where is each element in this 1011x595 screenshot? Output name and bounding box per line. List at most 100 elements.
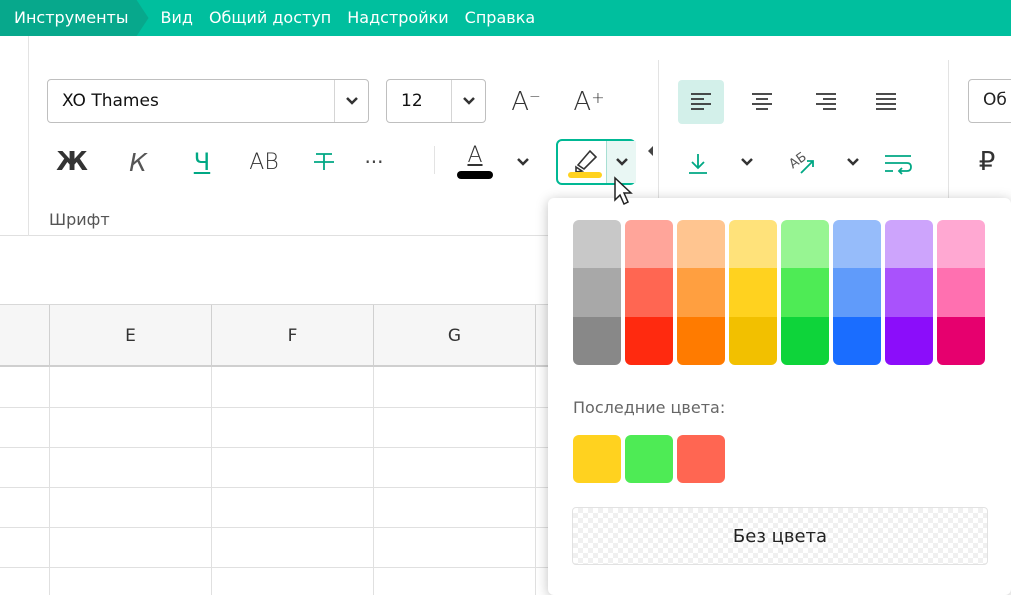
italic-label: К xyxy=(129,147,147,177)
grid-line xyxy=(0,567,560,568)
column-header-e[interactable]: E xyxy=(50,305,212,367)
color-swatch[interactable] xyxy=(729,268,777,317)
color-swatch[interactable] xyxy=(781,316,829,365)
grid-line xyxy=(373,367,374,595)
highlight-color-popup: Последние цвета: Без цвета xyxy=(548,198,1011,595)
color-swatch[interactable] xyxy=(833,220,881,269)
menu-sharing[interactable]: Общий доступ xyxy=(201,0,339,36)
color-swatch[interactable] xyxy=(937,316,985,365)
chevron-down-icon[interactable] xyxy=(512,146,534,178)
number-format-select[interactable]: Об xyxy=(968,79,1011,123)
mouse-cursor-icon xyxy=(613,176,635,210)
chevron-down-icon[interactable] xyxy=(736,146,758,178)
color-swatch[interactable] xyxy=(885,268,933,317)
toolbar-divider xyxy=(434,146,435,174)
no-color-button[interactable]: Без цвета xyxy=(572,507,988,565)
menu-help[interactable]: Справка xyxy=(457,0,544,36)
swatch-column xyxy=(729,220,777,365)
color-swatch[interactable] xyxy=(781,220,829,269)
decrease-font-label: A xyxy=(511,87,530,117)
color-swatch[interactable] xyxy=(625,220,673,269)
swatch-column xyxy=(573,220,621,365)
color-swatch[interactable] xyxy=(625,268,673,317)
color-swatch[interactable] xyxy=(677,220,725,269)
chevron-down-icon[interactable] xyxy=(334,80,368,122)
bold-button[interactable]: Ж xyxy=(54,142,90,182)
font-size-value: 12 xyxy=(401,91,423,111)
color-swatch[interactable] xyxy=(885,220,933,269)
chevron-down-icon[interactable] xyxy=(451,80,485,122)
color-swatch[interactable] xyxy=(573,316,621,365)
align-right-icon[interactable] xyxy=(806,80,846,124)
currency-label: ₽ xyxy=(978,147,996,177)
align-left-icon[interactable] xyxy=(678,80,724,124)
number-format-value: Об xyxy=(983,90,1007,110)
column-header-f[interactable]: F xyxy=(212,305,374,367)
caps-button[interactable]: АВ xyxy=(242,142,286,182)
recent-color-swatch[interactable] xyxy=(677,435,725,483)
decrease-font-size-icon[interactable]: A − xyxy=(506,82,546,122)
recent-colors-label: Последние цвета: xyxy=(573,398,726,417)
color-swatch[interactable] xyxy=(833,316,881,365)
color-swatch[interactable] xyxy=(573,268,621,317)
chevron-down-icon[interactable] xyxy=(842,146,864,178)
font-size-select[interactable]: 12 xyxy=(386,79,486,123)
color-swatch[interactable] xyxy=(625,316,673,365)
more-label: ··· xyxy=(364,150,384,174)
font-family-select[interactable]: XO Thames xyxy=(47,79,369,123)
color-swatch[interactable] xyxy=(729,316,777,365)
strikethrough-icon[interactable] xyxy=(306,142,342,182)
font-color-button[interactable]: A xyxy=(454,140,496,184)
swatch-column xyxy=(937,220,985,365)
color-swatch[interactable] xyxy=(885,316,933,365)
menu-view[interactable]: Вид xyxy=(153,0,201,36)
color-swatch[interactable] xyxy=(781,268,829,317)
font-family-value: XO Thames xyxy=(62,91,159,111)
font-color-letter: A xyxy=(467,143,483,168)
grid-line xyxy=(0,527,560,528)
grid-line xyxy=(0,487,560,488)
swatch-column xyxy=(781,220,829,365)
row-header-corner[interactable] xyxy=(0,305,50,367)
ribbon-scroll-arrow-icon[interactable] xyxy=(648,146,653,156)
ribbon-left-border xyxy=(28,36,29,236)
increase-font-label: A xyxy=(573,87,592,117)
menu-bar: Инструменты Вид Общий доступ Надстройки … xyxy=(0,0,1011,36)
swatch-column xyxy=(885,220,933,365)
color-swatch[interactable] xyxy=(573,220,621,269)
grid-line xyxy=(0,447,560,448)
caps-label: АВ xyxy=(249,149,279,175)
font-group-label: Шрифт xyxy=(49,210,110,229)
grid-line xyxy=(535,367,536,595)
grid-line xyxy=(0,407,560,408)
color-swatch[interactable] xyxy=(729,220,777,269)
text-orientation-icon[interactable]: АБ xyxy=(778,140,828,184)
menu-tools[interactable]: Инструменты xyxy=(0,0,149,36)
underline-label: Ч xyxy=(193,148,211,176)
italic-button[interactable]: К xyxy=(120,142,156,182)
underline-button[interactable]: Ч xyxy=(184,142,220,182)
menu-addons[interactable]: Надстройки xyxy=(339,0,456,36)
align-justify-icon[interactable] xyxy=(866,80,906,124)
color-swatch[interactable] xyxy=(677,268,725,317)
swatch-column xyxy=(677,220,725,365)
color-swatch[interactable] xyxy=(833,268,881,317)
swatch-column xyxy=(833,220,881,365)
column-header-g[interactable]: G xyxy=(374,305,536,367)
wrap-text-icon[interactable] xyxy=(876,144,920,184)
align-center-icon[interactable] xyxy=(742,80,782,124)
grid-line xyxy=(49,367,50,595)
swatch-column xyxy=(625,220,673,365)
more-options-button[interactable]: ··· xyxy=(356,142,392,182)
increase-font-size-icon[interactable]: A + xyxy=(568,82,610,122)
color-swatch[interactable] xyxy=(937,220,985,269)
currency-format-button[interactable]: ₽ xyxy=(972,142,1002,182)
recent-color-swatch[interactable] xyxy=(573,435,621,483)
font-color-swatch xyxy=(457,171,493,179)
color-swatch[interactable] xyxy=(937,268,985,317)
grid-line xyxy=(211,367,212,595)
vertical-align-bottom-icon[interactable] xyxy=(678,144,718,184)
recent-color-swatch[interactable] xyxy=(625,435,673,483)
highlighter-icon xyxy=(566,145,604,183)
color-swatch[interactable] xyxy=(677,316,725,365)
